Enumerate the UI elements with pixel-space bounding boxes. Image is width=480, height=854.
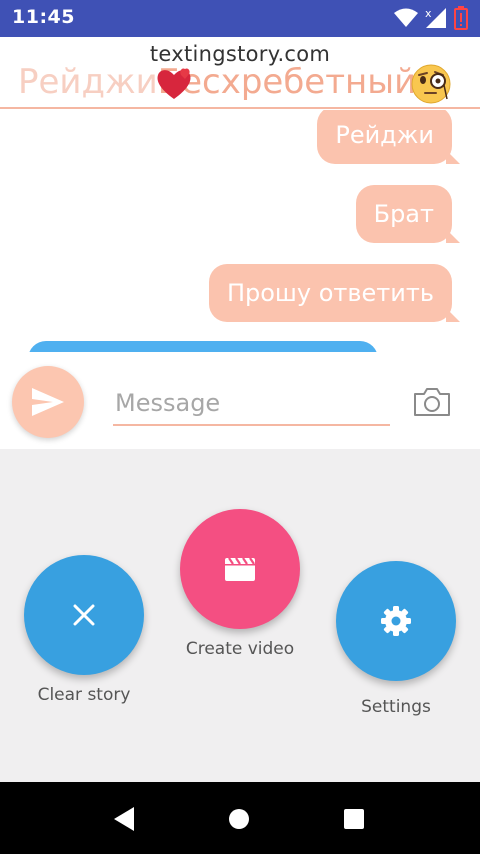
send-icon xyxy=(32,388,64,416)
create-video-button[interactable] xyxy=(180,509,300,629)
battery-alert-icon xyxy=(454,6,468,30)
back-icon[interactable] xyxy=(112,806,136,832)
clapperboard-icon xyxy=(225,557,255,581)
camera-icon[interactable] xyxy=(412,386,452,418)
chat-header: РейджиБесхребетный textingstory.com xyxy=(0,37,480,109)
status-bar: 11:45 x xyxy=(0,0,480,37)
clear-story-button[interactable] xyxy=(24,555,144,675)
watermark: textingstory.com xyxy=(149,42,331,66)
control-panel: Clear story Create video Settings xyxy=(0,449,480,782)
contact-name-second: Бесхребетный xyxy=(157,62,417,102)
message-bubble[interactable]: Брат xyxy=(355,185,461,243)
close-icon xyxy=(73,604,95,626)
message-input[interactable] xyxy=(113,382,390,426)
monocle-emoji-icon xyxy=(411,64,451,104)
settings-button[interactable] xyxy=(336,561,456,681)
signal-icon: x xyxy=(425,7,446,28)
contact-name[interactable]: РейджиБесхребетный xyxy=(18,62,416,102)
clear-story-label: Clear story xyxy=(37,685,131,705)
home-icon[interactable] xyxy=(229,809,249,829)
settings-label: Settings xyxy=(361,697,431,717)
recents-icon[interactable] xyxy=(344,809,364,829)
texting-story-screen: 11:45 x РейджиБесхребетный textingstory.… xyxy=(0,0,480,854)
wifi-icon xyxy=(394,8,418,27)
message-bubble[interactable]: Прошу ответить xyxy=(208,264,461,322)
svg-text:x: x xyxy=(425,7,432,20)
status-time: 11:45 xyxy=(12,6,75,28)
system-nav-bar xyxy=(0,782,480,854)
heart-emoji-icon xyxy=(157,68,191,99)
create-video-label: Create video xyxy=(185,639,295,659)
message-list[interactable]: Рейджи Брат Прошу ответить xyxy=(0,110,480,352)
gear-icon xyxy=(381,606,411,636)
send-button[interactable] xyxy=(12,366,84,438)
status-icons: x xyxy=(394,6,468,30)
incoming-message-bubble[interactable] xyxy=(28,341,378,352)
composer-bar xyxy=(0,352,480,449)
message-bubble[interactable]: Рейджи xyxy=(317,110,460,164)
contact-name-first: Рейджи xyxy=(18,62,158,102)
